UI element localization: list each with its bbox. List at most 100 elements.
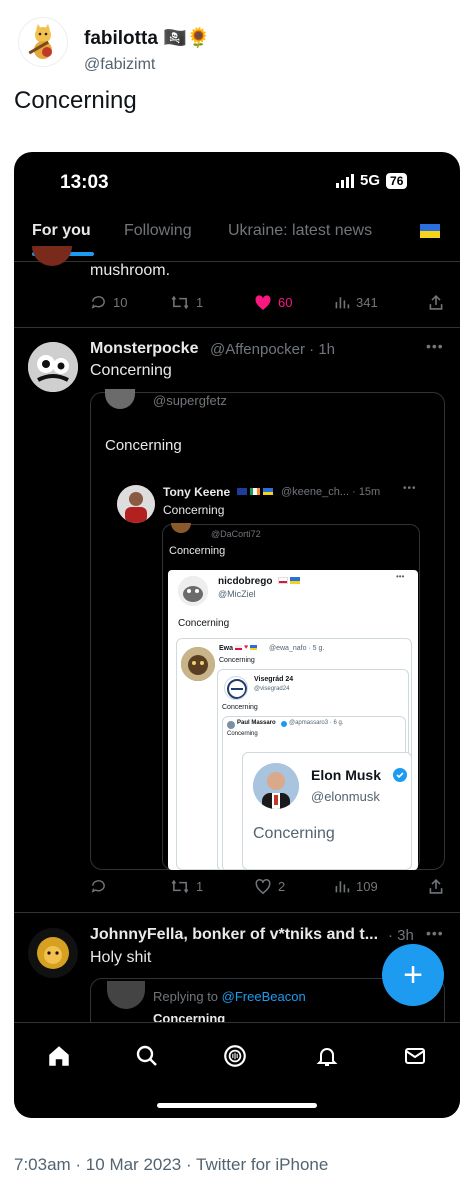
- reply-icon: [91, 880, 105, 893]
- share-button[interactable]: [428, 294, 444, 311]
- battery-icon: 76: [386, 172, 408, 189]
- like-button[interactable]: 2: [254, 878, 285, 895]
- tweet-text: mushroom.: [90, 262, 171, 279]
- bottom-navigation: [14, 1022, 460, 1118]
- cat-guitar-avatar-icon: [28, 24, 52, 59]
- tweet-author-handle: @visegrad24: [254, 686, 290, 692]
- nav-home[interactable]: [44, 1041, 74, 1071]
- avatar: [178, 576, 208, 606]
- heart-filled-icon: [255, 295, 271, 310]
- views-button[interactable]: 109: [334, 878, 378, 894]
- tweet-actions: 1 2 109: [90, 878, 445, 900]
- more-options-icon[interactable]: •••: [426, 338, 444, 354]
- author-name[interactable]: fabilotta 🏴‍☠️🌻: [84, 26, 211, 50]
- nav-notifications[interactable]: [312, 1041, 342, 1071]
- author-handle[interactable]: @fabizimt: [84, 56, 155, 74]
- nav-messages[interactable]: [400, 1041, 430, 1071]
- tweet-text: Concerning: [222, 704, 258, 711]
- tweet-text: Concerning: [14, 87, 137, 114]
- embedded-screenshot[interactable]: 13:03 5G 76 For you Following Ukraine: l…: [14, 152, 460, 1118]
- more-options-icon: •••: [396, 572, 405, 581]
- flag-emojis: [237, 488, 273, 495]
- quoted-text: Concerning: [169, 545, 226, 557]
- home-indicator[interactable]: [157, 1103, 317, 1108]
- timeline-tabs: For you Following Ukraine: latest news: [14, 212, 460, 262]
- tweet-author-name: Paul Massaro: [237, 720, 276, 726]
- heart-outline-icon: [255, 879, 271, 895]
- tweet-author-name[interactable]: Monsterpocke: [90, 340, 198, 358]
- avatar[interactable]: [28, 342, 78, 392]
- poland-flag-icon: [278, 577, 288, 584]
- spaces-icon: [224, 1045, 246, 1067]
- person-avatar-icon: [253, 763, 299, 809]
- search-icon: [136, 1045, 157, 1066]
- share-icon: [429, 294, 443, 310]
- tweet-author-name: Visegrád 24: [254, 676, 294, 683]
- avatar[interactable]: [28, 928, 78, 978]
- tweet-timestamp[interactable]: 7:03am · 10 Mar 2023 · Twitter for iPhon…: [14, 1155, 328, 1175]
- like-button[interactable]: 60: [254, 294, 292, 311]
- quoted-handle: @supergfetz: [153, 393, 227, 408]
- tweet-author-handle: @MicZiel: [218, 589, 256, 599]
- reply-handle-link[interactable]: @FreeBeacon: [222, 989, 306, 1004]
- ukraine-flag-icon: [263, 488, 273, 495]
- views-icon: [335, 881, 350, 893]
- signal-icon: [336, 173, 354, 188]
- verified-icon: [281, 721, 287, 727]
- tweet-text: Concerning: [219, 657, 255, 664]
- avatar[interactable]: [32, 246, 72, 266]
- heart-icon: ♥: [244, 644, 249, 651]
- tab-for-you[interactable]: For you: [32, 222, 91, 240]
- flag-emojis: [278, 577, 300, 584]
- monster-avatar-icon: [28, 342, 78, 392]
- tweet-author-handle[interactable]: @Affenpocker · 1h: [210, 341, 335, 358]
- tweet-text: Holy shit: [90, 949, 152, 966]
- share-icon: [429, 878, 443, 894]
- views-icon: [335, 297, 350, 309]
- tweet-author-name[interactable]: JohnnyFella, bonker of v*tniks and t...: [90, 926, 378, 944]
- quoted-handle: @DaCorti72: [211, 529, 261, 539]
- avatar[interactable]: [18, 17, 68, 67]
- tweet-author-name: nicdobrego: [218, 576, 273, 587]
- ukraine-flag-icon: [420, 224, 440, 238]
- views-button[interactable]: 341: [334, 294, 378, 310]
- plus-icon: +: [403, 955, 423, 994]
- badger-avatar-icon: [178, 576, 208, 606]
- nav-spaces[interactable]: [220, 1041, 250, 1071]
- tweet-text: Concerning: [227, 731, 258, 737]
- tweet-text: Concerning: [253, 825, 335, 842]
- avatar: [227, 721, 235, 729]
- avatar: [117, 485, 155, 523]
- avatar: [107, 981, 145, 1009]
- divider: [14, 327, 460, 328]
- nav-search[interactable]: [132, 1041, 162, 1071]
- avatar: [224, 676, 248, 700]
- compose-tweet-button[interactable]: +: [382, 944, 444, 1006]
- verified-icon: [393, 768, 407, 782]
- eu-flag-icon: [237, 488, 247, 495]
- author-emoji: 🏴‍☠️🌻: [163, 28, 211, 49]
- reply-button[interactable]: 10: [90, 294, 127, 311]
- tab-ukraine[interactable]: Ukraine: latest news: [228, 222, 372, 240]
- replying-to: Replying to @FreeBeacon: [153, 989, 306, 1004]
- messages-icon: [405, 1048, 425, 1064]
- tab-following[interactable]: Following: [124, 222, 192, 240]
- tweet-author-handle: @apmassaro3 · 6 g.: [289, 720, 344, 726]
- ireland-flag-icon: [250, 488, 260, 495]
- network-label: 5G: [360, 172, 381, 189]
- retweet-button[interactable]: 1: [170, 294, 203, 311]
- retweet-icon: [171, 879, 189, 894]
- visegrad-logo-icon: [227, 679, 247, 699]
- avatar: [253, 763, 299, 809]
- retweet-button[interactable]: 1: [170, 878, 203, 895]
- share-button[interactable]: [428, 878, 444, 895]
- tweet-text: Concerning: [178, 618, 230, 629]
- ukraine-flag-icon: [290, 577, 300, 584]
- poland-flag-icon: [235, 645, 242, 650]
- more-options-icon: •••: [403, 483, 417, 494]
- avatar: [171, 523, 191, 533]
- more-options-icon[interactable]: •••: [426, 925, 444, 941]
- status-time: 13:03: [60, 172, 109, 193]
- tweet-header: fabilotta 🏴‍☠️🌻 @fabizimt: [18, 12, 438, 74]
- reply-button[interactable]: [90, 878, 107, 895]
